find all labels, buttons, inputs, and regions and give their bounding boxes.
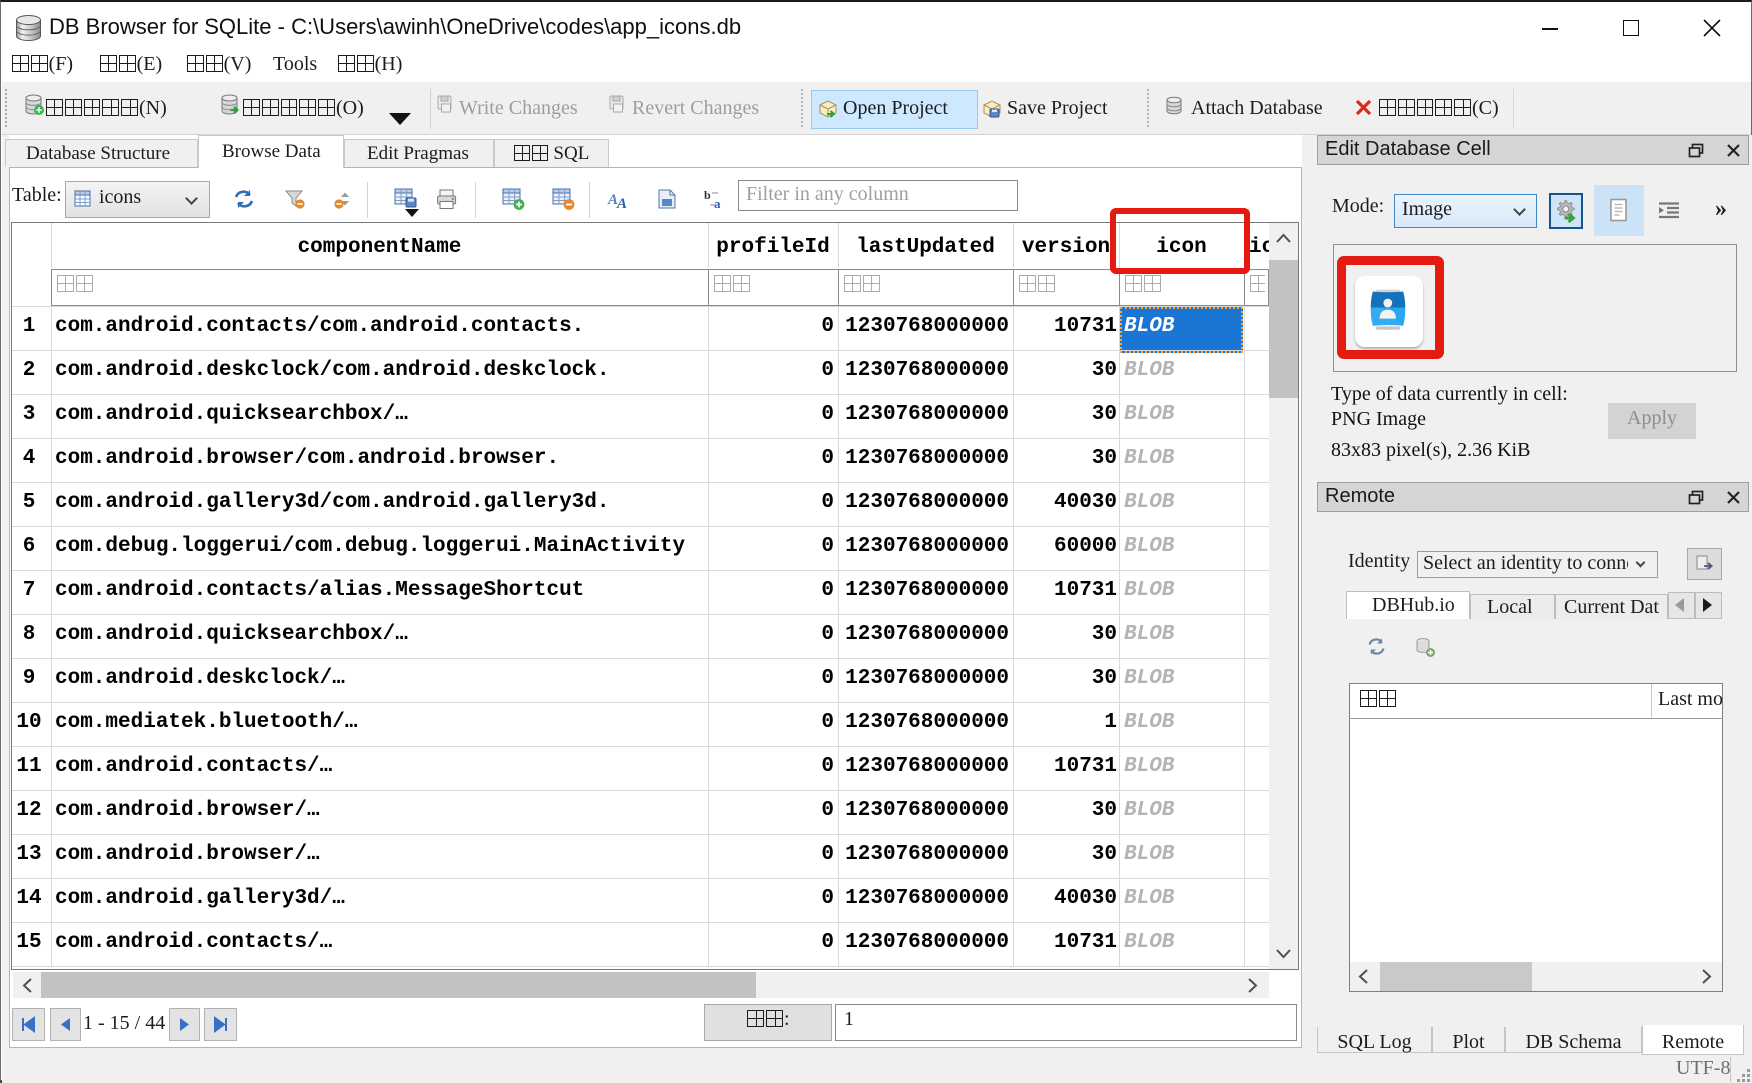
svg-text:b: b — [704, 189, 711, 202]
svg-text:a: a — [714, 196, 721, 211]
svg-text:A: A — [616, 196, 627, 211]
